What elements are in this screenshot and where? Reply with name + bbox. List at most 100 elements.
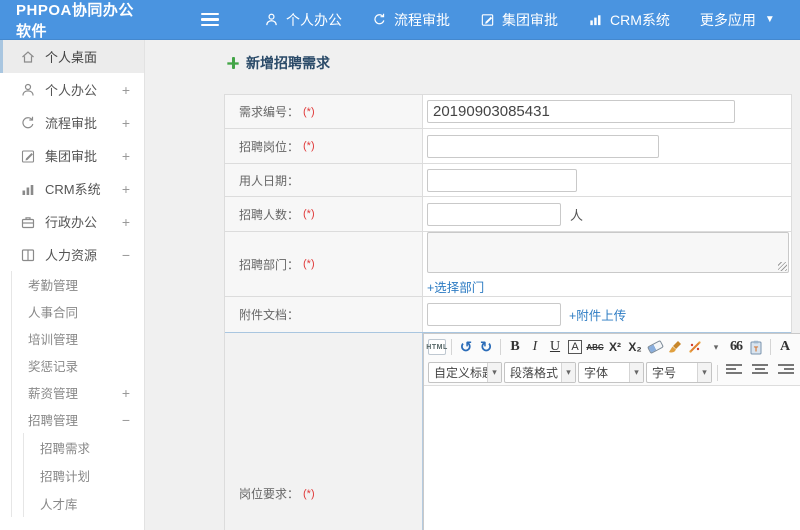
expand-plus-icon[interactable]: + — [122, 148, 130, 164]
process-icon — [372, 12, 387, 27]
sidebar-item-salary[interactable]: 薪资管理 + — [12, 379, 144, 406]
bar-chart-icon — [588, 12, 603, 27]
sidebar-item-process-approval[interactable]: 流程审批 + — [0, 106, 144, 139]
caret-down-icon[interactable]: ▾ — [707, 337, 725, 357]
position-input[interactable] — [427, 134, 659, 158]
sidebar-item-admin-office[interactable]: 行政办公 + — [0, 205, 144, 238]
sidebar-item-group-approval[interactable]: 集团审批 + — [0, 139, 144, 172]
underline-button[interactable]: U — [546, 337, 564, 357]
expand-plus-icon[interactable]: + — [122, 214, 130, 230]
sidebar-item-recruit-demand[interactable]: 招聘需求 — [24, 433, 144, 461]
demand-no-input[interactable] — [427, 100, 735, 123]
strikethrough-button[interactable]: ABC — [586, 337, 604, 357]
expand-plus-icon[interactable]: + — [122, 82, 130, 98]
app-logo: PHPOA协同办公软件 — [16, 1, 134, 40]
align-right-icon[interactable] — [778, 363, 796, 382]
nav-group-approval[interactable]: 集团审批 — [465, 0, 573, 40]
menu-icon[interactable] — [201, 12, 219, 27]
required-mark: (*) — [303, 208, 315, 220]
format-brush-icon[interactable] — [666, 337, 684, 357]
toolbar-separator — [500, 339, 501, 355]
app-header: PHPOA协同办公软件 个人办公 流程审批 集团审批 CRM系统 更多应用 ▼ — [0, 0, 800, 40]
nav-process-approval[interactable]: 流程审批 — [357, 0, 465, 40]
nav-crm-system[interactable]: CRM系统 — [573, 0, 685, 40]
recruit-submenu: 招聘需求 招聘计划 人才库 — [23, 433, 144, 517]
sidebar: 个人桌面 个人办公 + 流程审批 + 集团审批 + CRM系统 + 行政办公 +… — [0, 40, 145, 530]
toolbar-separator — [717, 364, 718, 381]
redo-icon[interactable]: ↻ — [477, 337, 495, 357]
toolbar-separator — [451, 339, 452, 355]
sidebar-item-attendance[interactable]: 考勤管理 — [12, 271, 144, 298]
expand-plus-icon[interactable]: + — [122, 385, 130, 401]
rich-text-editor: HTML ↺ ↻ B I U A ABC X² X₂ ▾ 66 T A 自定义标… — [423, 333, 800, 530]
source-code-button[interactable]: HTML — [426, 339, 447, 355]
form-row-position: 招聘岗位： (*) — [225, 129, 791, 164]
eraser-icon[interactable] — [646, 337, 664, 357]
recruit-demand-form: 需求编号： (*) 招聘岗位： (*) 用人日期： — [224, 94, 800, 530]
collapse-minus-icon[interactable]: − — [122, 412, 130, 428]
form-row-job-requirements: 岗位要求： (*) HTML ↺ ↻ B I U A ABC X² X₂ ▾ 6… — [225, 332, 800, 530]
department-textarea[interactable] — [427, 232, 789, 273]
select-department-link[interactable]: +选择部门 — [427, 277, 484, 296]
sidebar-item-recruit-mgmt[interactable]: 招聘管理 − — [12, 406, 144, 433]
expand-plus-icon[interactable]: + — [122, 115, 130, 131]
sidebar-item-hr[interactable]: 人力资源 − — [0, 238, 144, 271]
color-dots-icon[interactable] — [686, 337, 704, 357]
sidebar-item-personal-office[interactable]: 个人办公 + — [0, 73, 144, 106]
editor-content-area[interactable] — [424, 386, 800, 530]
font-family-dropdown[interactable]: 字体 ▾ — [578, 362, 644, 383]
form-row-headcount: 招聘人数： (*) 人 — [225, 197, 791, 232]
sidebar-item-talent-pool[interactable]: 人才库 — [24, 489, 144, 517]
form-row-department: 招聘部门： (*) +选择部门 — [225, 232, 791, 297]
sidebar-item-training[interactable]: 培训管理 — [12, 325, 144, 352]
caret-down-icon: ▾ — [697, 363, 711, 382]
italic-button[interactable]: I — [526, 337, 544, 357]
sidebar-item-crm[interactable]: CRM系统 + — [0, 172, 144, 205]
undo-icon[interactable]: ↺ — [457, 337, 475, 357]
subscript-button[interactable]: X₂ — [626, 337, 644, 357]
field-label: 用人日期： — [239, 173, 300, 188]
caret-down-icon: ▼ — [764, 14, 775, 25]
book-icon — [20, 247, 36, 263]
user-icon — [264, 12, 279, 27]
attachment-upload-link[interactable]: +附件上传 — [569, 305, 626, 324]
toolbar-separator — [770, 339, 771, 355]
page-title: 新增招聘需求 — [227, 53, 800, 73]
caret-down-icon: ▾ — [487, 363, 501, 382]
font-color-button[interactable]: A — [776, 337, 794, 357]
bold-button[interactable]: B — [506, 337, 524, 357]
svg-text:T: T — [754, 346, 759, 353]
required-mark: (*) — [303, 105, 315, 118]
sidebar-item-personal-desktop[interactable]: 个人桌面 — [0, 40, 144, 73]
collapse-minus-icon[interactable]: − — [122, 247, 130, 263]
paste-text-icon[interactable]: T — [747, 337, 765, 357]
nav-personal-office[interactable]: 个人办公 — [249, 0, 357, 40]
briefcase-icon — [20, 214, 36, 230]
superscript-button[interactable]: X² — [606, 337, 624, 357]
process-icon — [20, 115, 36, 131]
caret-down-icon: ▾ — [629, 363, 643, 382]
paragraph-format-dropdown[interactable]: 段落格式 ▾ — [504, 362, 576, 383]
expand-plus-icon[interactable]: + — [122, 181, 130, 197]
unit-label: 人 — [570, 207, 584, 223]
edit-square-icon — [20, 148, 36, 164]
custom-title-dropdown[interactable]: 自定义标题 ▾ — [428, 362, 502, 383]
headcount-input[interactable] — [427, 202, 561, 226]
sidebar-item-recruit-plan[interactable]: 招聘计划 — [24, 461, 144, 489]
caret-down-icon: ▾ — [561, 363, 575, 382]
align-center-icon[interactable] — [752, 363, 770, 382]
hire-date-input[interactable] — [427, 168, 577, 192]
attachment-input[interactable] — [427, 303, 561, 326]
font-size-dropdown[interactable]: 字号 ▾ — [646, 362, 712, 383]
nav-more-apps[interactable]: 更多应用 ▼ — [685, 0, 790, 40]
align-left-icon[interactable] — [726, 363, 744, 382]
sidebar-item-rewards[interactable]: 奖惩记录 — [12, 352, 144, 379]
blockquote-button[interactable]: 66 — [727, 337, 745, 357]
top-nav: 个人办公 流程审批 集团审批 CRM系统 更多应用 ▼ — [249, 0, 790, 40]
char-border-button[interactable]: A — [566, 337, 584, 357]
edit-square-icon — [480, 12, 495, 27]
user-icon — [20, 82, 36, 98]
form-row-attachment: 附件文档： +附件上传 — [225, 297, 791, 333]
required-mark: (*) — [303, 140, 315, 152]
sidebar-item-hr-contract[interactable]: 人事合同 — [12, 298, 144, 325]
